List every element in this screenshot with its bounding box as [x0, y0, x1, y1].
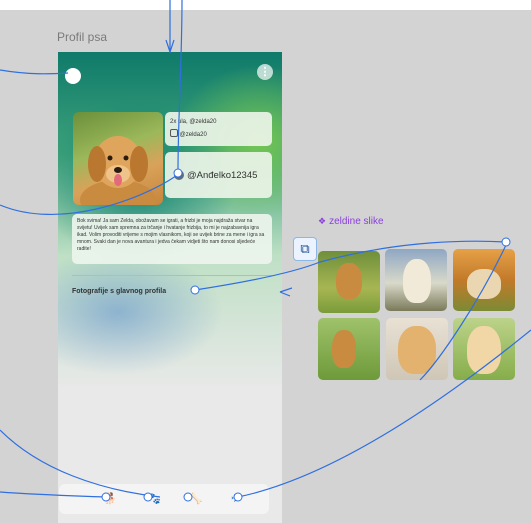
- dog-figure: [398, 326, 436, 374]
- dog-figure: [332, 330, 356, 368]
- instagram-handle: @zelda20: [179, 132, 207, 138]
- gallery-title-text: zeldine slike: [329, 216, 384, 227]
- instagram-icon: [170, 129, 178, 137]
- owner-username: @Anđelko12345: [187, 170, 258, 181]
- info-card: 2x ula, @zelda20 @zelda20: [165, 112, 272, 146]
- more-options-button[interactable]: ⋮: [257, 64, 273, 80]
- dog-figure: [336, 263, 362, 299]
- bio-card: Bok svima! Ja sam Zelda, obožavam se igr…: [72, 214, 272, 264]
- golden-retriever-image: [80, 136, 156, 205]
- gallery-photo[interactable]: [318, 251, 380, 313]
- dog-figure: [403, 259, 431, 303]
- info-line-2: @zelda20: [170, 129, 207, 138]
- nav-bone-icon[interactable]: 🦴: [189, 493, 203, 505]
- canvas: Profil psa ‹ ⋮ 2x ula, @zelda20 @zelda20…: [0, 0, 531, 523]
- gallery-photo[interactable]: [318, 318, 380, 380]
- copy-icon[interactable]: ⧉: [293, 237, 317, 261]
- divider: [72, 275, 272, 276]
- chevron-left-icon[interactable]: ‹: [72, 65, 79, 85]
- owner-card[interactable]: @Anđelko12345: [165, 152, 272, 198]
- gallery-photo[interactable]: [453, 318, 515, 380]
- gallery-title[interactable]: ❖ zeldine slike: [318, 216, 384, 227]
- gallery-photo[interactable]: [386, 318, 448, 380]
- frame-title[interactable]: Profil psa: [57, 30, 107, 44]
- phone-frame[interactable]: ‹ ⋮ 2x ula, @zelda20 @zelda20 @Anđelko12…: [58, 52, 282, 523]
- gallery-photo[interactable]: [453, 249, 515, 311]
- nav-plane-icon[interactable]: ✈: [231, 493, 240, 505]
- top-strip: [0, 0, 531, 10]
- bottom-nav: 🐕 🐾 🦴 ✈: [59, 484, 269, 514]
- section-title-photos[interactable]: Fotografije s glavnog profila: [72, 288, 166, 295]
- gallery-photo[interactable]: [385, 249, 447, 311]
- diamond-icon: ❖: [318, 216, 327, 226]
- profile-photo: [73, 112, 163, 205]
- nav-dog-icon[interactable]: 🐕: [103, 493, 117, 505]
- dog-figure: [467, 326, 501, 374]
- owner-avatar-icon: [174, 170, 184, 180]
- dog-figure: [467, 269, 501, 299]
- info-line-1: 2x ula, @zelda20: [170, 119, 217, 125]
- nav-paw-icon[interactable]: 🐾: [147, 493, 161, 505]
